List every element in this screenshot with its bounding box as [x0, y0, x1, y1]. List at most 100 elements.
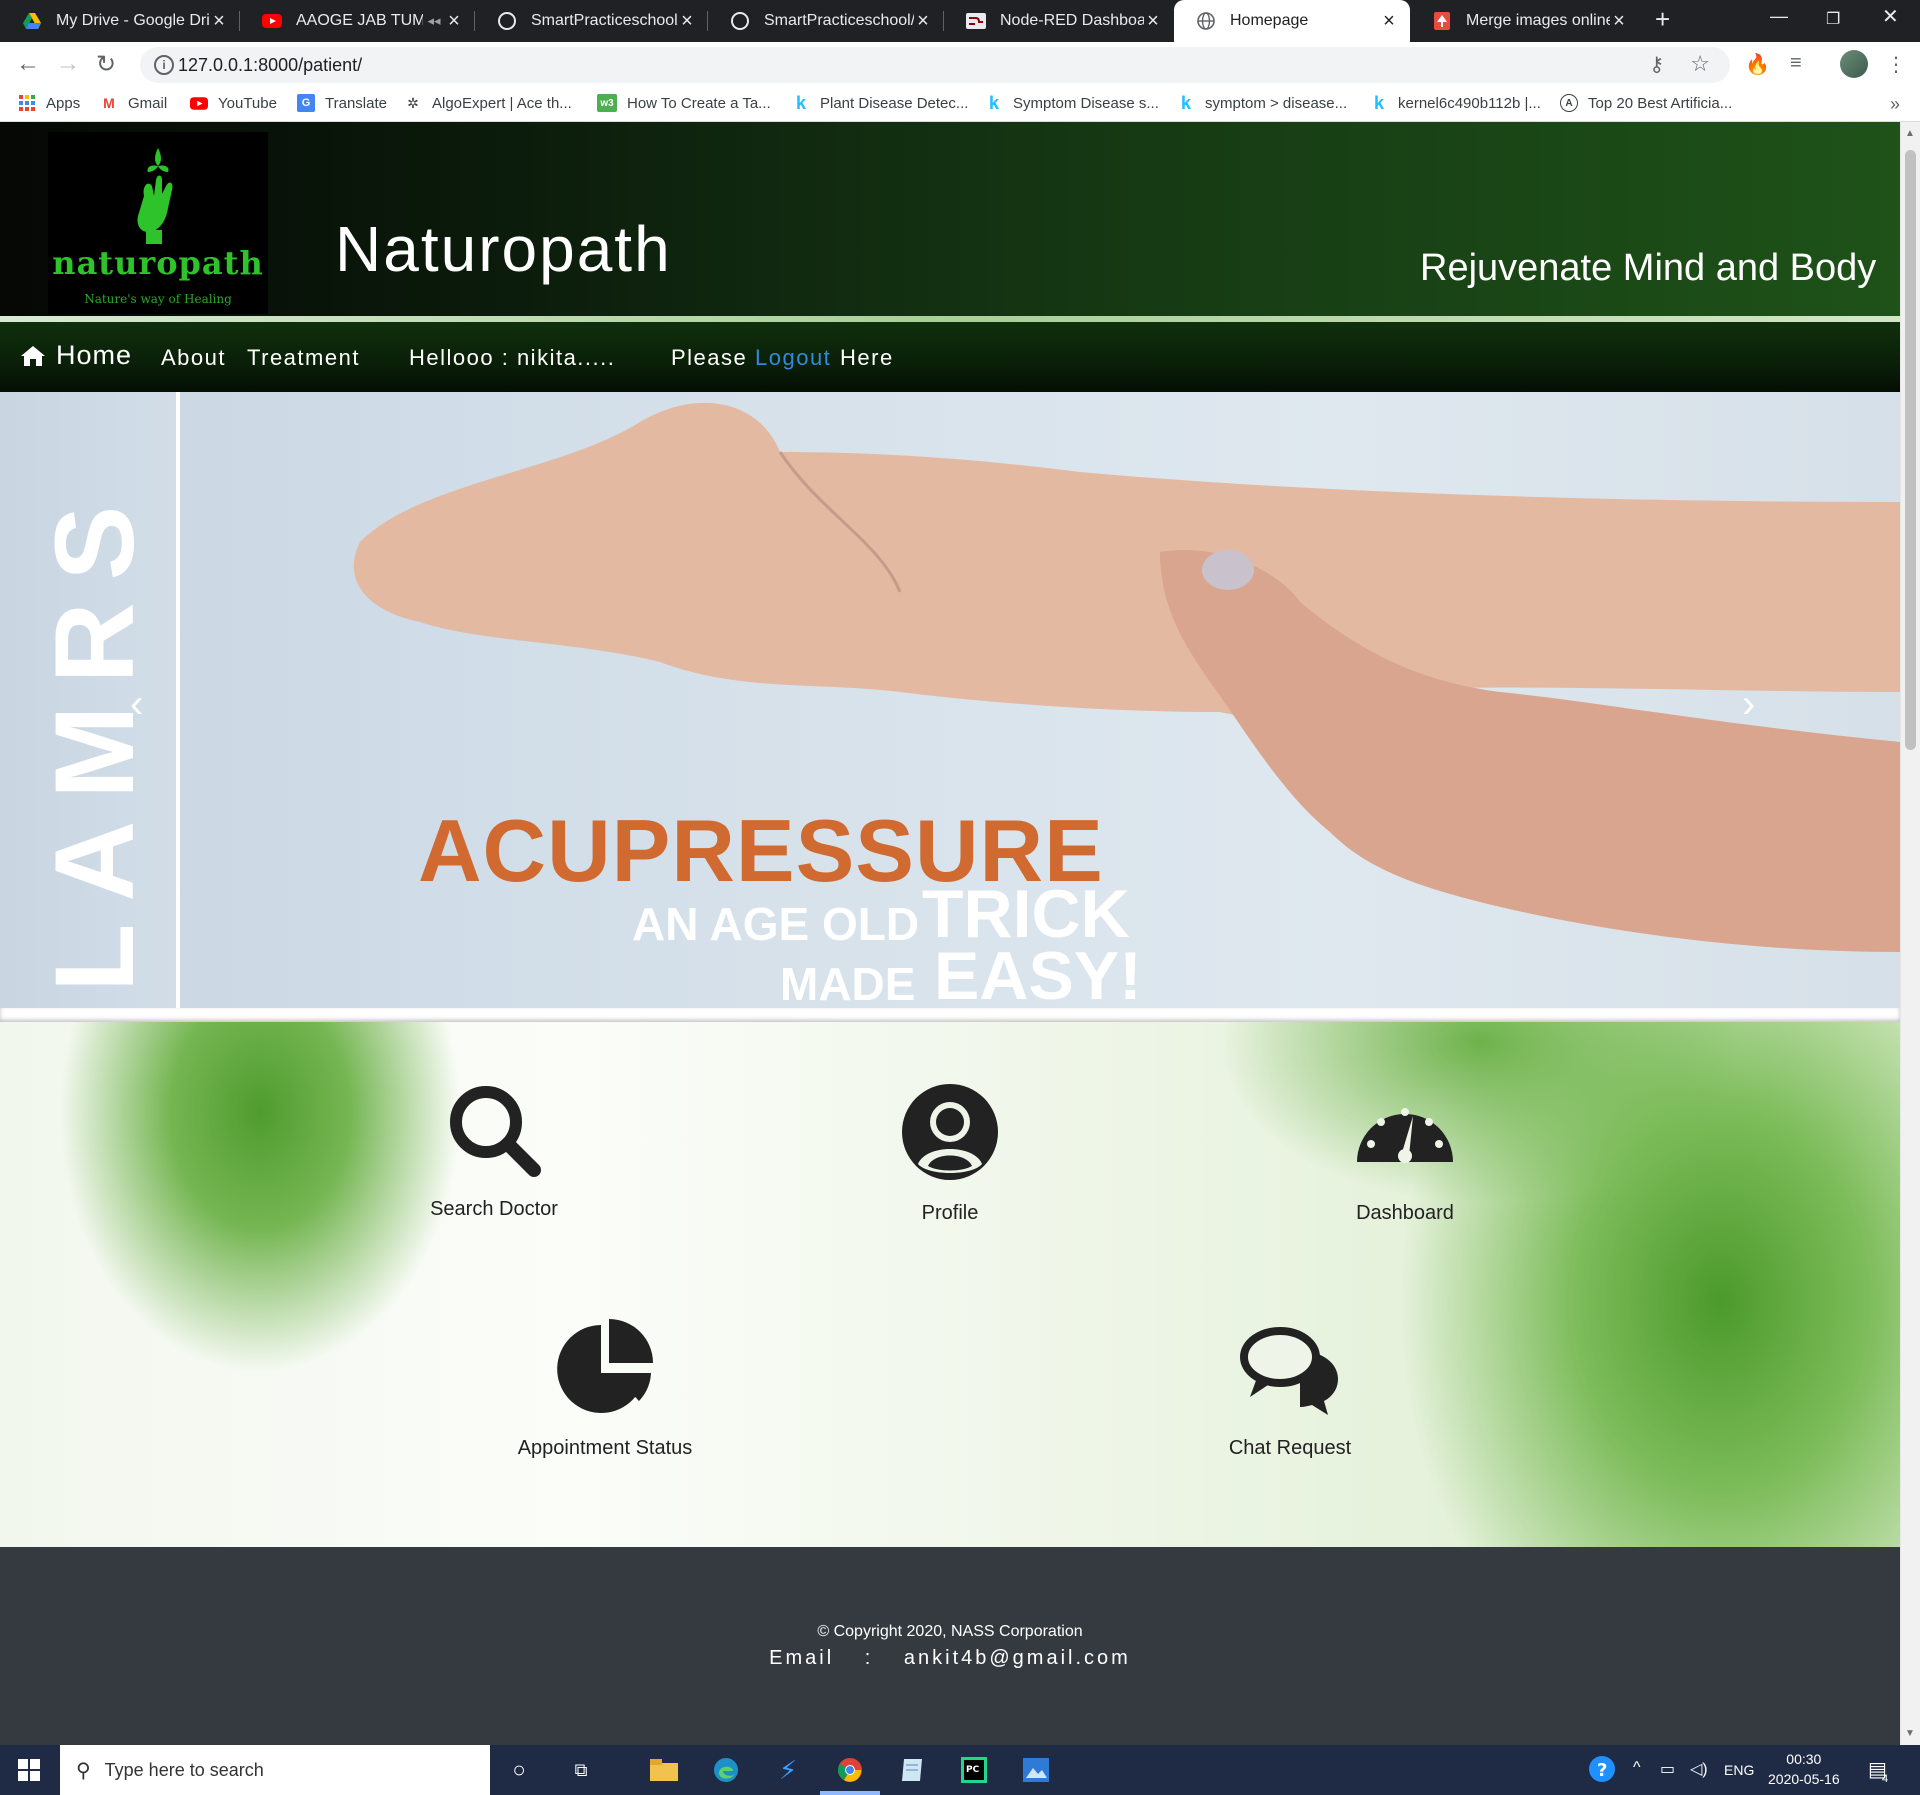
- bookmark-label: YouTube: [218, 94, 277, 112]
- browser-toolbar: ← → ↻ i 127.0.0.1:8000/patient/ ⚷ ☆ 🔥 ≡ …: [0, 42, 1920, 88]
- hero-line-3b: EASY!: [934, 938, 1142, 1008]
- footer-email-address[interactable]: ankit4b@gmail.com: [904, 1647, 1131, 1669]
- carousel-next-button[interactable]: ›: [1742, 682, 1755, 727]
- feature-search-doctor[interactable]: Search Doctor: [394, 1082, 594, 1221]
- bookmark-star-icon[interactable]: ☆: [1690, 51, 1710, 77]
- bookmark-symptom-disease[interactable]: k Symptom Disease s...: [985, 92, 1159, 113]
- close-tab-icon[interactable]: ×: [1380, 10, 1398, 33]
- bookmark-symptom[interactable]: k symptom > disease...: [1177, 92, 1347, 113]
- github-icon: [497, 11, 517, 31]
- photos-icon[interactable]: [1020, 1755, 1052, 1785]
- tab-youtube[interactable]: AAOGE JAB TUM - ◂◂ ×: [240, 0, 475, 42]
- volume-icon[interactable]: ◁): [1690, 1759, 1708, 1779]
- feature-appointment-status[interactable]: Appointment Status: [480, 1317, 730, 1460]
- tab-homepage[interactable]: Homepage ×: [1174, 0, 1410, 42]
- tab-merge-images[interactable]: Merge images online ×: [1410, 0, 1640, 42]
- close-tab-icon[interactable]: ×: [678, 10, 696, 33]
- forward-arrow-icon[interactable]: →: [56, 50, 80, 78]
- help-icon[interactable]: ?: [1588, 1755, 1616, 1788]
- scroll-down-arrow-icon[interactable]: ▼: [1905, 1728, 1915, 1739]
- close-tab-icon[interactable]: ×: [210, 10, 228, 33]
- tab-node-red[interactable]: Node-RED Dashboard ×: [944, 0, 1174, 42]
- key-icon[interactable]: ⚷: [1649, 52, 1664, 77]
- feature-label: Appointment Status: [517, 1437, 693, 1459]
- bookmark-kernel[interactable]: k kernel6c490b112b |...: [1370, 92, 1541, 113]
- new-tab-button[interactable]: +: [1655, 4, 1670, 35]
- close-tab-icon[interactable]: ×: [914, 10, 932, 33]
- site-logo[interactable]: naturopath Nature's way of Healing: [48, 132, 268, 314]
- bookmark-translate[interactable]: G Translate: [297, 94, 387, 112]
- windows-taskbar: ⚲ Type here to search ○ ⧉ ⚡ PC ? ^ ▭ ◁) …: [0, 1745, 1920, 1795]
- close-tab-icon[interactable]: ×: [1610, 10, 1628, 33]
- network-icon[interactable]: ▭: [1660, 1759, 1675, 1779]
- youtube-icon: [262, 11, 282, 31]
- feature-grid: Search Doctor Profile Dashboard Appointm…: [0, 1022, 1900, 1547]
- nav-about-link[interactable]: About: [161, 345, 226, 371]
- close-tab-icon[interactable]: ×: [445, 10, 463, 33]
- back-arrow-icon[interactable]: ←: [16, 50, 40, 78]
- kebab-menu-icon[interactable]: ⋮: [1886, 52, 1906, 77]
- language-indicator[interactable]: ENG: [1724, 1762, 1754, 1778]
- scrollbar-thumb[interactable]: [1905, 150, 1916, 750]
- extension-flame-icon[interactable]: 🔥: [1745, 52, 1770, 77]
- carousel-prev-button[interactable]: ‹: [130, 682, 143, 727]
- tab-title: AAOGE JAB TUM -: [296, 12, 423, 29]
- bookmark-youtube[interactable]: YouTube: [190, 94, 277, 112]
- close-window-icon[interactable]: ✕: [1882, 4, 1899, 29]
- tray-chevron-up-icon[interactable]: ^: [1633, 1759, 1641, 1777]
- active-app-indicator: [820, 1791, 880, 1795]
- footer-email-separator: :: [864, 1647, 874, 1669]
- reload-icon[interactable]: ↻: [96, 50, 116, 79]
- pycharm-icon[interactable]: PC: [958, 1755, 990, 1785]
- feature-profile[interactable]: Profile: [850, 1082, 1050, 1225]
- more-bookmarks-button[interactable]: »: [1890, 94, 1900, 115]
- vscode-icon[interactable]: ⚡: [772, 1755, 804, 1785]
- media-queue-icon[interactable]: ≡: [1790, 52, 1802, 75]
- svg-text:?: ?: [1597, 1760, 1607, 1781]
- bookmark-gmail[interactable]: M Gmail: [100, 94, 167, 112]
- kaggle-icon: k: [988, 92, 999, 113]
- edge-browser-icon[interactable]: [710, 1755, 742, 1785]
- bookmark-plant-disease[interactable]: k Plant Disease Detec...: [792, 92, 968, 113]
- tab-title: SmartPracticeschool/IIS: [531, 12, 678, 29]
- tab-github-2[interactable]: SmartPracticeschool/IIS ×: [708, 0, 944, 42]
- youtube-icon: [190, 94, 208, 112]
- feature-chat-request[interactable]: Chat Request: [1190, 1317, 1390, 1460]
- kaggle-icon: k: [795, 92, 806, 113]
- scroll-up-arrow-icon[interactable]: ▲: [1905, 128, 1915, 139]
- page-scrollbar[interactable]: ▲ ▼: [1900, 122, 1920, 1745]
- bookmark-algoexpert[interactable]: ✲ AlgoExpert | Ace th...: [404, 94, 572, 112]
- file-explorer-icon[interactable]: [648, 1755, 680, 1785]
- mute-icon[interactable]: ◂◂: [423, 13, 445, 29]
- minimize-window-icon[interactable]: —: [1770, 6, 1788, 27]
- taskbar-clock[interactable]: 00:30 2020-05-16: [1768, 1749, 1840, 1789]
- site-title: Naturopath: [335, 213, 672, 285]
- site-info-icon[interactable]: i: [154, 55, 174, 75]
- taskbar-search-box[interactable]: ⚲ Type here to search: [60, 1745, 490, 1795]
- browser-tab-strip: My Drive - Google Driv × AAOGE JAB TUM -…: [0, 0, 1920, 42]
- address-bar[interactable]: i 127.0.0.1:8000/patient/ ⚷ ☆: [140, 47, 1730, 83]
- nav-treatment-link[interactable]: Treatment: [247, 345, 360, 371]
- kaggle-icon: k: [1373, 92, 1384, 113]
- close-tab-icon[interactable]: ×: [1144, 10, 1162, 33]
- page-viewport: naturopath Nature's way of Healing Natur…: [0, 122, 1920, 1745]
- home-icon: [21, 345, 45, 366]
- address-bar-url[interactable]: 127.0.0.1:8000/patient/: [178, 55, 362, 76]
- task-view-icon[interactable]: ⧉: [565, 1755, 597, 1785]
- feature-dashboard[interactable]: Dashboard: [1305, 1082, 1505, 1225]
- tab-title: SmartPracticeschool/IIS: [764, 12, 914, 29]
- windows-start-icon[interactable]: [18, 1759, 40, 1781]
- bookmark-apps[interactable]: Apps: [18, 94, 80, 112]
- kaggle-icon: k: [1180, 92, 1191, 113]
- restore-window-icon[interactable]: ❐: [1826, 9, 1840, 29]
- tab-google-drive[interactable]: My Drive - Google Driv ×: [0, 0, 240, 42]
- profile-avatar[interactable]: [1840, 50, 1868, 78]
- tab-github-1[interactable]: SmartPracticeschool/IIS ×: [475, 0, 708, 42]
- bookmark-top-20-ai[interactable]: A Top 20 Best Artificia...: [1560, 94, 1732, 112]
- nav-home-link[interactable]: Home: [20, 340, 132, 371]
- logout-link[interactable]: Logout: [755, 345, 831, 371]
- bookmark-how-to-create[interactable]: w3 How To Create a Ta...: [597, 94, 771, 112]
- cortana-circle-icon[interactable]: ○: [503, 1755, 535, 1785]
- chrome-icon[interactable]: [834, 1755, 866, 1785]
- notepad-icon[interactable]: [896, 1755, 928, 1785]
